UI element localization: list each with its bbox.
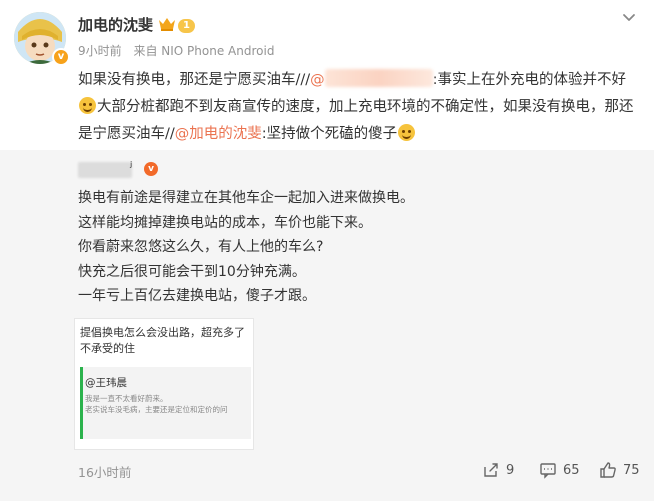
- image-text-line: 提倡换电怎么会没出路，超充多了: [80, 326, 245, 339]
- author-name[interactable]: 加电的沈斐: [78, 14, 153, 35]
- crying-emoji-icon: [79, 97, 96, 114]
- like-button[interactable]: 75: [599, 460, 640, 480]
- mention-link[interactable]: @: [310, 72, 325, 88]
- mention-link[interactable]: @加电的沈斐: [175, 126, 262, 142]
- thumbs-up-icon: [600, 462, 616, 478]
- post-source: 来自 NIO Phone Android: [133, 44, 275, 58]
- repost-verified-icon: v: [144, 162, 158, 176]
- image-text-line: 不承受的住: [80, 342, 135, 355]
- repost-line: 你看蔚来忽悠这么久，有人上他的车么?: [78, 239, 324, 255]
- post-time[interactable]: 9小时前: [78, 44, 122, 58]
- post-text-part: :事实上在外充电的体验并不好: [432, 72, 627, 88]
- post-text-part: 如果没有换电，那还是宁愿买油车///: [78, 72, 311, 88]
- repost-author-tail: ʲ: [130, 160, 133, 175]
- comment-count: 65: [563, 462, 580, 478]
- image-quote-line: 我是一直不太看好蔚来。: [85, 394, 168, 403]
- repost-line: 快充之后很可能会干到10分钟充满。: [78, 263, 306, 280]
- repost-line: 这样能均摊掉建换电站的成本，车价也能下来。: [78, 214, 372, 231]
- like-count: 75: [623, 462, 640, 478]
- repost-count: 9: [506, 462, 515, 478]
- chevron-down-icon[interactable]: [620, 8, 638, 26]
- crown-icon: [159, 18, 175, 31]
- level-badge: 1: [178, 19, 195, 33]
- share-icon: [484, 463, 498, 477]
- image-quote-line: 老实说车没毛病，主要还是定位和定价的问: [85, 405, 228, 414]
- repost-image[interactable]: 提倡换电怎么会没出路，超充多了 不承受的住 @王玮晨 我是一直不太看好蔚来。 老…: [74, 318, 254, 450]
- post-text: 如果没有换电，那还是宁愿买油车///@:事实上在外充电的体验并不好 大部分桩都跑不…: [78, 67, 638, 148]
- smile-emoji-icon: [398, 124, 416, 141]
- verified-badge-icon: v: [52, 48, 70, 66]
- image-quote-text: 我是一直不太看好蔚来。 老实说车没毛病，主要还是定位和定价的问: [85, 393, 228, 415]
- image-quote-name: @王玮晨: [85, 377, 127, 389]
- repost-button[interactable]: 9: [482, 460, 514, 480]
- repost-text: 换电有前途是得建立在其他车企一起加入进来做换电。 这样能均摊掉建换电站的成本，车…: [78, 186, 414, 309]
- repost-line: 换电有前途是得建立在其他车企一起加入进来做换电。: [78, 190, 414, 206]
- post-meta: 9小时前 来自 NIO Phone Android: [78, 42, 282, 59]
- comment-icon: [540, 463, 556, 479]
- image-text: 提倡换电怎么会没出路，超充多了 不承受的住: [80, 325, 245, 357]
- comment-button[interactable]: 65: [539, 460, 580, 480]
- repost-line: 一年亏上百亿去建换电站，傻子才跟。: [78, 288, 316, 304]
- redacted-repost-author: [78, 162, 132, 178]
- post-text-part: :坚持做个死磕的傻子: [261, 126, 398, 142]
- repost-time[interactable]: 16小时前: [78, 462, 131, 481]
- redacted-username: [324, 69, 433, 87]
